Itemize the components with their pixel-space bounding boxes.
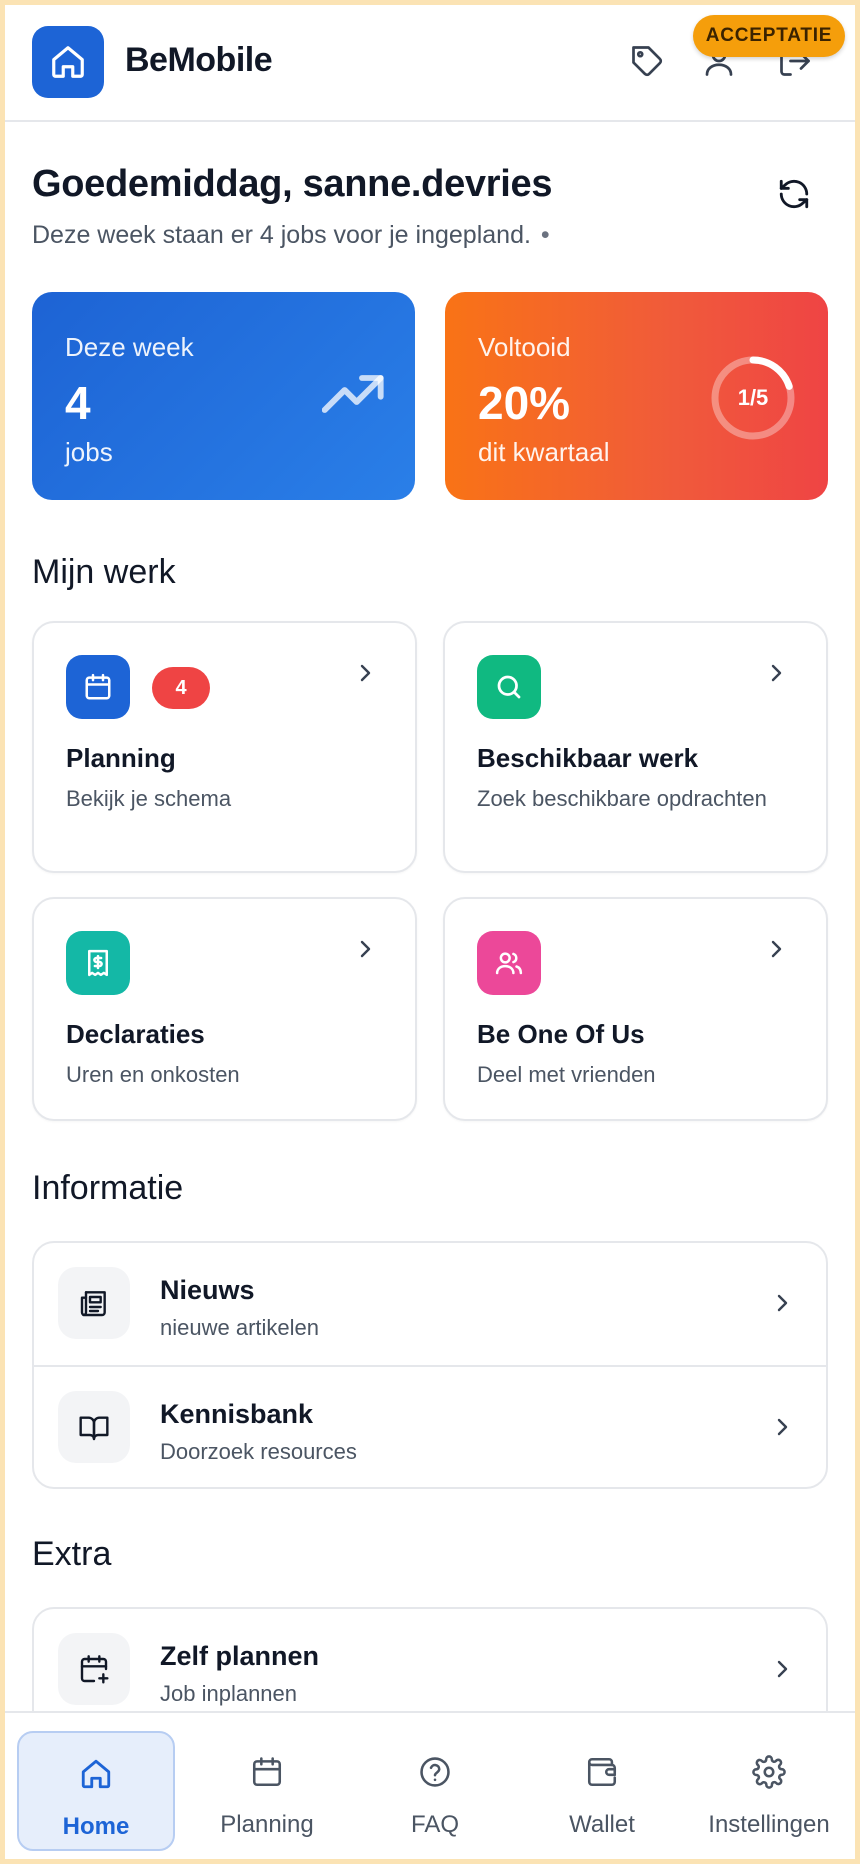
tile-declarations[interactable]: Declaraties Uren en onkosten bbox=[32, 897, 417, 1121]
nav-home-label: Home bbox=[62, 1813, 130, 1840]
calendar-plus-icon bbox=[80, 1655, 109, 1684]
nav-home[interactable]: Home bbox=[17, 1731, 175, 1851]
tile-planning-icon-box bbox=[66, 655, 130, 719]
greeting-title: Goedemiddag, sanne.devries bbox=[32, 163, 553, 205]
wallet-icon bbox=[587, 1757, 617, 1787]
calendar-icon bbox=[252, 1757, 282, 1787]
status-dot: • bbox=[540, 221, 550, 249]
nav-planning-label: Planning bbox=[220, 1811, 314, 1838]
nav-settings[interactable]: Instellingen bbox=[690, 1731, 848, 1851]
logo-button[interactable] bbox=[32, 26, 104, 98]
help-circle-icon bbox=[420, 1757, 450, 1787]
news-subtitle: nieuwe artikelen bbox=[160, 1315, 319, 1340]
section-title-work: Mijn werk bbox=[32, 553, 176, 591]
gear-icon bbox=[752, 1755, 786, 1789]
tile-declarations-title: Declaraties bbox=[66, 1019, 205, 1049]
list-item-news[interactable]: Nieuws nieuwe artikelen bbox=[34, 1243, 826, 1365]
brand-name: BeMobile bbox=[125, 41, 273, 79]
stat-card-week[interactable]: Deze week 4 jobs bbox=[32, 292, 415, 500]
stat-completed-unit: dit kwartaal bbox=[478, 437, 610, 467]
list-item-knowledge-base[interactable]: Kennisbank Doorzoek resources bbox=[34, 1365, 826, 1487]
tile-planning[interactable]: 4 Planning Bekijk je schema bbox=[32, 621, 417, 873]
tile-available-icon-box bbox=[477, 655, 541, 719]
tile-be-one-of-us[interactable]: Be One Of Us Deel met vrienden bbox=[443, 897, 828, 1121]
nav-wallet-label: Wallet bbox=[569, 1811, 635, 1838]
tile-planning-title: Planning bbox=[66, 743, 176, 773]
chevron-right-icon bbox=[360, 664, 371, 682]
chevron-right-icon bbox=[777, 1294, 788, 1312]
nav-settings-label: Instellingen bbox=[708, 1811, 830, 1838]
tile-declarations-icon-box bbox=[66, 931, 130, 995]
knowledge-base-title: Kennisbank bbox=[160, 1399, 314, 1429]
section-title-info: Informatie bbox=[32, 1169, 184, 1207]
greeting-subtitle: Deze week staan er 4 jobs voor je ingepl… bbox=[32, 221, 550, 250]
self-plan-title: Zelf plannen bbox=[160, 1641, 320, 1671]
section-title-extra: Extra bbox=[32, 1535, 112, 1573]
self-plan-icon-box bbox=[58, 1633, 130, 1705]
nav-faq[interactable]: FAQ bbox=[356, 1731, 514, 1851]
trending-up-icon bbox=[322, 375, 384, 413]
info-list: Nieuws nieuwe artikelen Kennisbank Doorz… bbox=[32, 1241, 828, 1489]
stat-week-label: Deze week bbox=[65, 332, 194, 362]
self-plan-subtitle: Job inplannen bbox=[160, 1681, 298, 1706]
home-icon bbox=[52, 46, 84, 78]
nav-planning[interactable]: Planning bbox=[188, 1731, 346, 1851]
bottom-navigation: Home Planning FAQ Wallet Instellingen bbox=[5, 1711, 855, 1859]
chevron-right-icon bbox=[360, 940, 371, 958]
knowledge-base-subtitle: Doorzoek resources bbox=[160, 1439, 357, 1464]
chevron-right-icon bbox=[777, 1660, 788, 1678]
news-title: Nieuws bbox=[160, 1275, 255, 1305]
stat-completed-value: 20% bbox=[478, 377, 571, 429]
tile-available-subtitle: Zoek beschikbare opdrachten bbox=[477, 786, 767, 811]
book-icon bbox=[79, 1416, 109, 1441]
users-icon bbox=[495, 952, 523, 975]
home-icon bbox=[81, 1759, 111, 1789]
tile-be-one-icon-box bbox=[477, 931, 541, 995]
progress-ring-label: 1/5 bbox=[737, 385, 769, 410]
receipt-icon bbox=[88, 949, 108, 977]
tile-available-title: Beschikbaar werk bbox=[477, 743, 699, 773]
stat-completed-label: Voltooid bbox=[478, 332, 571, 362]
book-icon-box bbox=[58, 1391, 130, 1463]
newspaper-icon bbox=[80, 1291, 106, 1317]
chevron-right-icon bbox=[777, 1418, 788, 1436]
app-frame: BeMobile ACCEPTATIE Goedemiddag, sanne.d… bbox=[5, 5, 855, 1859]
tile-available-work[interactable]: Beschikbaar werk Zoek beschikbare opdrac… bbox=[443, 621, 828, 873]
nav-faq-label: FAQ bbox=[410, 1811, 459, 1838]
refresh-icon[interactable] bbox=[777, 177, 811, 211]
stat-week-value: 4 bbox=[65, 377, 91, 429]
news-icon-box bbox=[58, 1267, 130, 1339]
stat-week-unit: jobs bbox=[65, 437, 113, 467]
search-icon bbox=[497, 675, 521, 699]
chevron-right-icon bbox=[771, 940, 782, 958]
tile-declarations-subtitle: Uren en onkosten bbox=[66, 1062, 240, 1087]
app-header: BeMobile ACCEPTATIE bbox=[5, 5, 855, 122]
greeting-subtitle-text: Deze week staan er 4 jobs voor je ingepl… bbox=[32, 221, 531, 249]
stat-card-completed[interactable]: Voltooid 20% dit kwartaal 1/5 bbox=[445, 292, 828, 500]
environment-badge: ACCEPTATIE bbox=[693, 15, 845, 57]
tag-icon[interactable] bbox=[629, 43, 665, 79]
chevron-right-icon bbox=[771, 664, 782, 682]
tile-be-one-subtitle: Deel met vrienden bbox=[477, 1062, 656, 1087]
nav-wallet[interactable]: Wallet bbox=[523, 1731, 681, 1851]
planning-count-badge: 4 bbox=[152, 667, 210, 709]
tile-planning-subtitle: Bekijk je schema bbox=[66, 786, 232, 811]
calendar-icon bbox=[85, 673, 111, 700]
tile-be-one-title: Be One Of Us bbox=[477, 1019, 645, 1049]
